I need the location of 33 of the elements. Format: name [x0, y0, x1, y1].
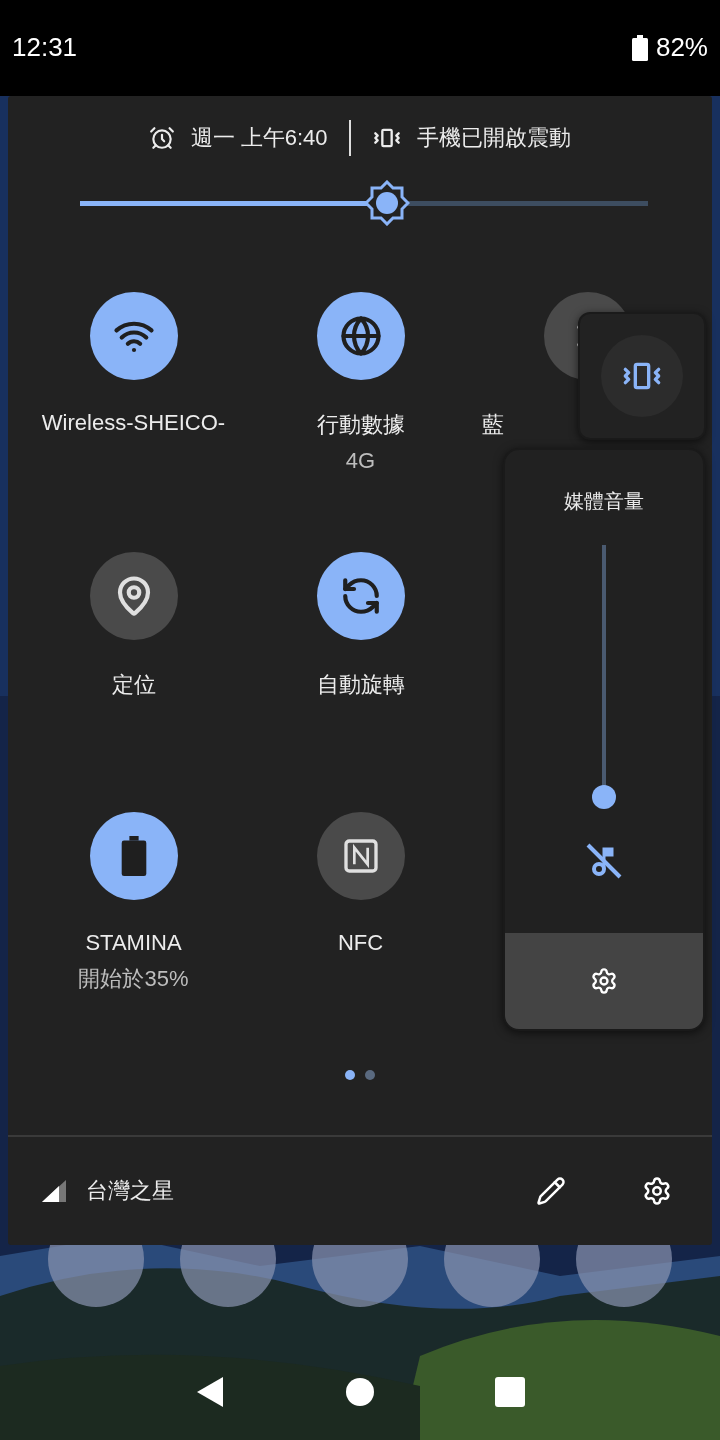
alarm-clock-icon: [148, 125, 175, 151]
signal-icon: [42, 1180, 66, 1202]
tile-label: STAMINA: [85, 930, 182, 956]
next-alarm-text[interactable]: 週一 上午6:40: [190, 123, 328, 153]
app-icon[interactable]: [576, 1245, 672, 1307]
app-icon[interactable]: [48, 1245, 144, 1307]
tile-label: 藍: [482, 411, 504, 439]
battery-icon: [631, 34, 648, 61]
volume-title: 媒體音量: [564, 489, 644, 514]
tile-label: 行動數據: [316, 411, 405, 439]
back-button[interactable]: [195, 1375, 225, 1409]
tile-sublabel: 開始於35%: [78, 965, 189, 993]
clock-time: 12:31: [12, 32, 78, 63]
ringer-status-text: 手機已開啟震動: [417, 124, 572, 152]
page-dot[interactable]: [365, 1070, 375, 1080]
tile-sublabel: 4G: [345, 448, 376, 474]
app-icon[interactable]: [180, 1245, 276, 1307]
tile-label: 定位: [111, 671, 156, 699]
battery-icon: [120, 836, 147, 876]
app-icon[interactable]: [444, 1245, 540, 1307]
tile-label: NFC: [337, 930, 384, 956]
carrier-name: 台灣之星: [86, 1177, 174, 1205]
app-icon[interactable]: [312, 1245, 408, 1307]
tile-label: 自動旋轉: [316, 671, 405, 699]
media-mute-button[interactable]: [584, 841, 624, 881]
brightness-thumb[interactable]: [363, 180, 410, 226]
volume-thumb[interactable]: [592, 785, 616, 809]
settings-icon: [590, 967, 618, 995]
globe-icon: [339, 315, 382, 357]
page-dot[interactable]: [345, 1070, 355, 1080]
home-button[interactable]: [345, 1377, 375, 1407]
tile-label: Wireless-SHEICO-: [41, 410, 226, 436]
battery-percentage: 82%: [655, 32, 708, 63]
